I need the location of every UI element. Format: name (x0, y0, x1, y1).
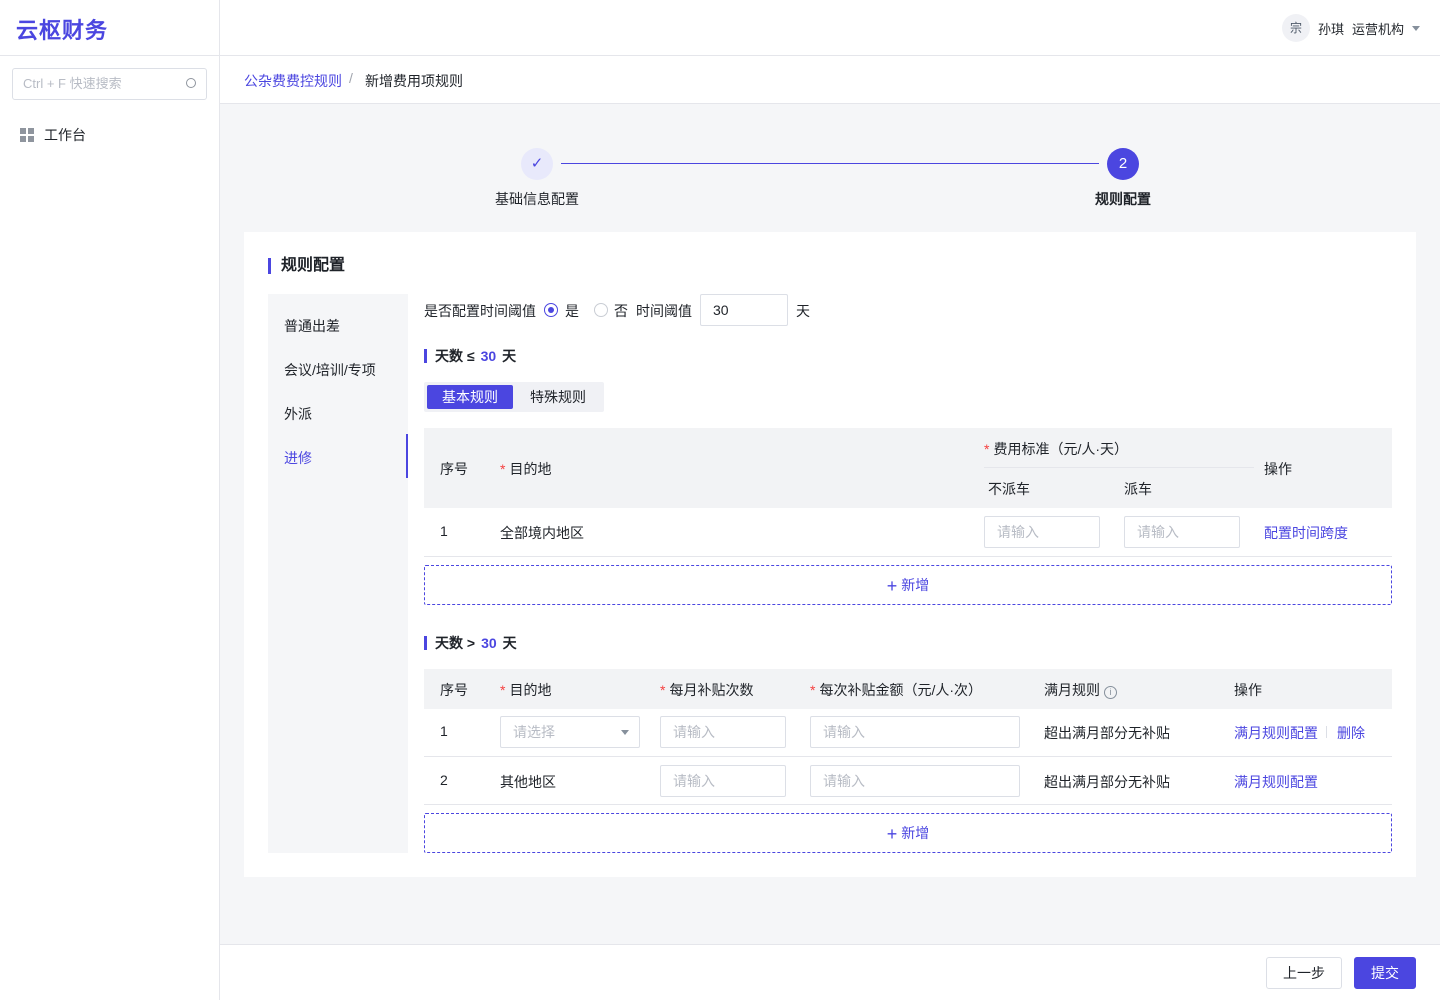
add-row-button-2[interactable]: + 新增 (424, 813, 1392, 853)
header-divider (984, 467, 1254, 468)
sidebar-search-input[interactable]: Ctrl + F 快速搜索 (12, 68, 207, 100)
prev-step-button[interactable]: 上一步 (1266, 957, 1342, 989)
threshold-unit: 天 (796, 303, 810, 319)
add-row-button-1[interactable]: + 新增 (424, 565, 1392, 605)
nav-active-indicator (406, 434, 408, 478)
full-month-config-link[interactable]: 满月规则配置 (1234, 723, 1318, 743)
nav-item-meeting[interactable]: 会议/培训/专项 (284, 360, 376, 380)
breadcrumb-parent-link[interactable]: 公杂费费控规则 (244, 71, 342, 91)
th-no-car: 不派车 (988, 481, 1030, 497)
avatar[interactable]: 宗 (1282, 14, 1310, 42)
section-title: 规则配置 (268, 258, 345, 274)
row2-2-index: 2 (440, 772, 448, 788)
th2-index: 序号 (440, 682, 468, 698)
th2-action: 操作 (1234, 682, 1262, 698)
step-label-rules: 规则配置 (1095, 191, 1151, 207)
monthly-count-input[interactable]: 请输入 (660, 716, 786, 748)
threshold-label: 时间阈值 (636, 303, 692, 319)
row1-index: 1 (440, 523, 448, 539)
radio-no-label[interactable]: 否 (614, 301, 628, 321)
sidebar-item-workbench[interactable]: 工作台 (20, 124, 86, 146)
tab-special-rules[interactable]: 特殊规则 (516, 385, 600, 409)
org-selector[interactable]: 运营机构 (1352, 19, 1404, 38)
breadcrumb: 公杂费费控规则 / 新增费用项规则 (220, 56, 1440, 104)
destination-select[interactable]: 请选择 (500, 716, 640, 748)
row2-1-index: 1 (440, 723, 448, 739)
category-nav: 普通出差 会议/培训/专项 外派 进修 (268, 294, 408, 853)
th-standard: * 费用标准（元/人·天） (984, 441, 1129, 457)
th-car: 派车 (1124, 481, 1152, 497)
top-header: 宗 孙琪 运营机构 (220, 0, 1440, 56)
step-number: 2 (1107, 148, 1139, 180)
table1-header (424, 428, 1392, 508)
search-placeholder: Ctrl + F 快速搜索 (23, 76, 122, 91)
radio-yes[interactable] (544, 303, 558, 317)
full-month-rule-text: 超出满月部分无补贴 (1044, 725, 1170, 741)
th2-per-amount: * 每次补贴金额（元/人·次） (810, 682, 983, 698)
block1-title-prefix: 天数 ≤ (435, 348, 475, 364)
step-connector (561, 163, 1099, 164)
block2-title-prefix: 天数 > (435, 635, 476, 651)
delete-link[interactable]: 删除 (1337, 723, 1365, 743)
threshold-question: 是否配置时间阈值 (424, 303, 536, 319)
full-month-rule-text-2: 超出满月部分无补贴 (1044, 774, 1170, 790)
block2-title-suffix: 天 (502, 635, 517, 651)
action-divider (1326, 726, 1327, 738)
radio-yes-label[interactable]: 是 (565, 301, 579, 321)
plus-icon: + (886, 576, 898, 596)
nav-item-normal-trip[interactable]: 普通出差 (284, 316, 340, 336)
submit-button[interactable]: 提交 (1354, 957, 1416, 989)
per-amount-input[interactable]: 请输入 (810, 716, 1020, 748)
sidebar-item-label: 工作台 (44, 127, 86, 143)
chevron-down-icon[interactable] (1412, 26, 1420, 31)
row1-destination: 全部境内地区 (500, 525, 584, 541)
block1-days: 30 (480, 348, 497, 364)
rule-tabs: 基本规则 特殊规则 (424, 382, 604, 412)
user-name[interactable]: 孙琪 (1318, 19, 1344, 38)
block1-title: 天数 ≤ 30 天 (424, 349, 516, 363)
block1-title-suffix: 天 (502, 348, 517, 364)
nav-item-dispatch[interactable]: 外派 (284, 404, 312, 424)
full-month-config-link-2[interactable]: 满月规则配置 (1234, 772, 1318, 792)
step-label-basic: 基础信息配置 (495, 191, 579, 207)
th2-monthly-count: * 每月补贴次数 (660, 682, 754, 698)
breadcrumb-current: 新增费用项规则 (365, 73, 463, 89)
block2-days: 30 (481, 635, 497, 651)
per-amount-input-2[interactable]: 请输入 (810, 765, 1020, 797)
threshold-input[interactable]: 30 (700, 294, 788, 326)
no-car-input[interactable]: 请输入 (984, 516, 1100, 548)
config-time-span-link[interactable]: 配置时间跨度 (1264, 523, 1348, 543)
tab-basic-rules[interactable]: 基本规则 (427, 385, 513, 409)
th-action: 操作 (1264, 461, 1292, 477)
chevron-down-icon (621, 730, 629, 735)
radio-no[interactable] (594, 303, 608, 317)
check-icon: ✓ (521, 148, 553, 180)
nav-item-study[interactable]: 进修 (284, 448, 312, 468)
breadcrumb-separator: / (349, 70, 353, 86)
th-destination: * 目的地 (500, 461, 552, 477)
footer-bar: 上一步 提交 (220, 944, 1440, 1000)
th-index: 序号 (440, 461, 468, 477)
block2-title: 天数 > 30 天 (424, 636, 517, 650)
divider (0, 55, 220, 56)
row2-2-destination: 其他地区 (500, 774, 556, 790)
row-divider (424, 556, 1392, 557)
th2-destination: * 目的地 (500, 682, 552, 698)
monthly-count-input-2[interactable]: 请输入 (660, 765, 786, 797)
grid-icon (20, 128, 34, 142)
info-icon[interactable]: i (1104, 686, 1117, 699)
th2-full-month: 满月规则 i (1044, 680, 1117, 700)
row-divider (424, 756, 1392, 757)
app-logo[interactable]: 云枢财务 (16, 13, 108, 45)
search-icon[interactable] (186, 78, 196, 88)
row-divider (424, 804, 1392, 805)
car-input[interactable]: 请输入 (1124, 516, 1240, 548)
sidebar: 云枢财务 Ctrl + F 快速搜索 工作台 (0, 0, 220, 1000)
plus-icon: + (886, 824, 898, 844)
